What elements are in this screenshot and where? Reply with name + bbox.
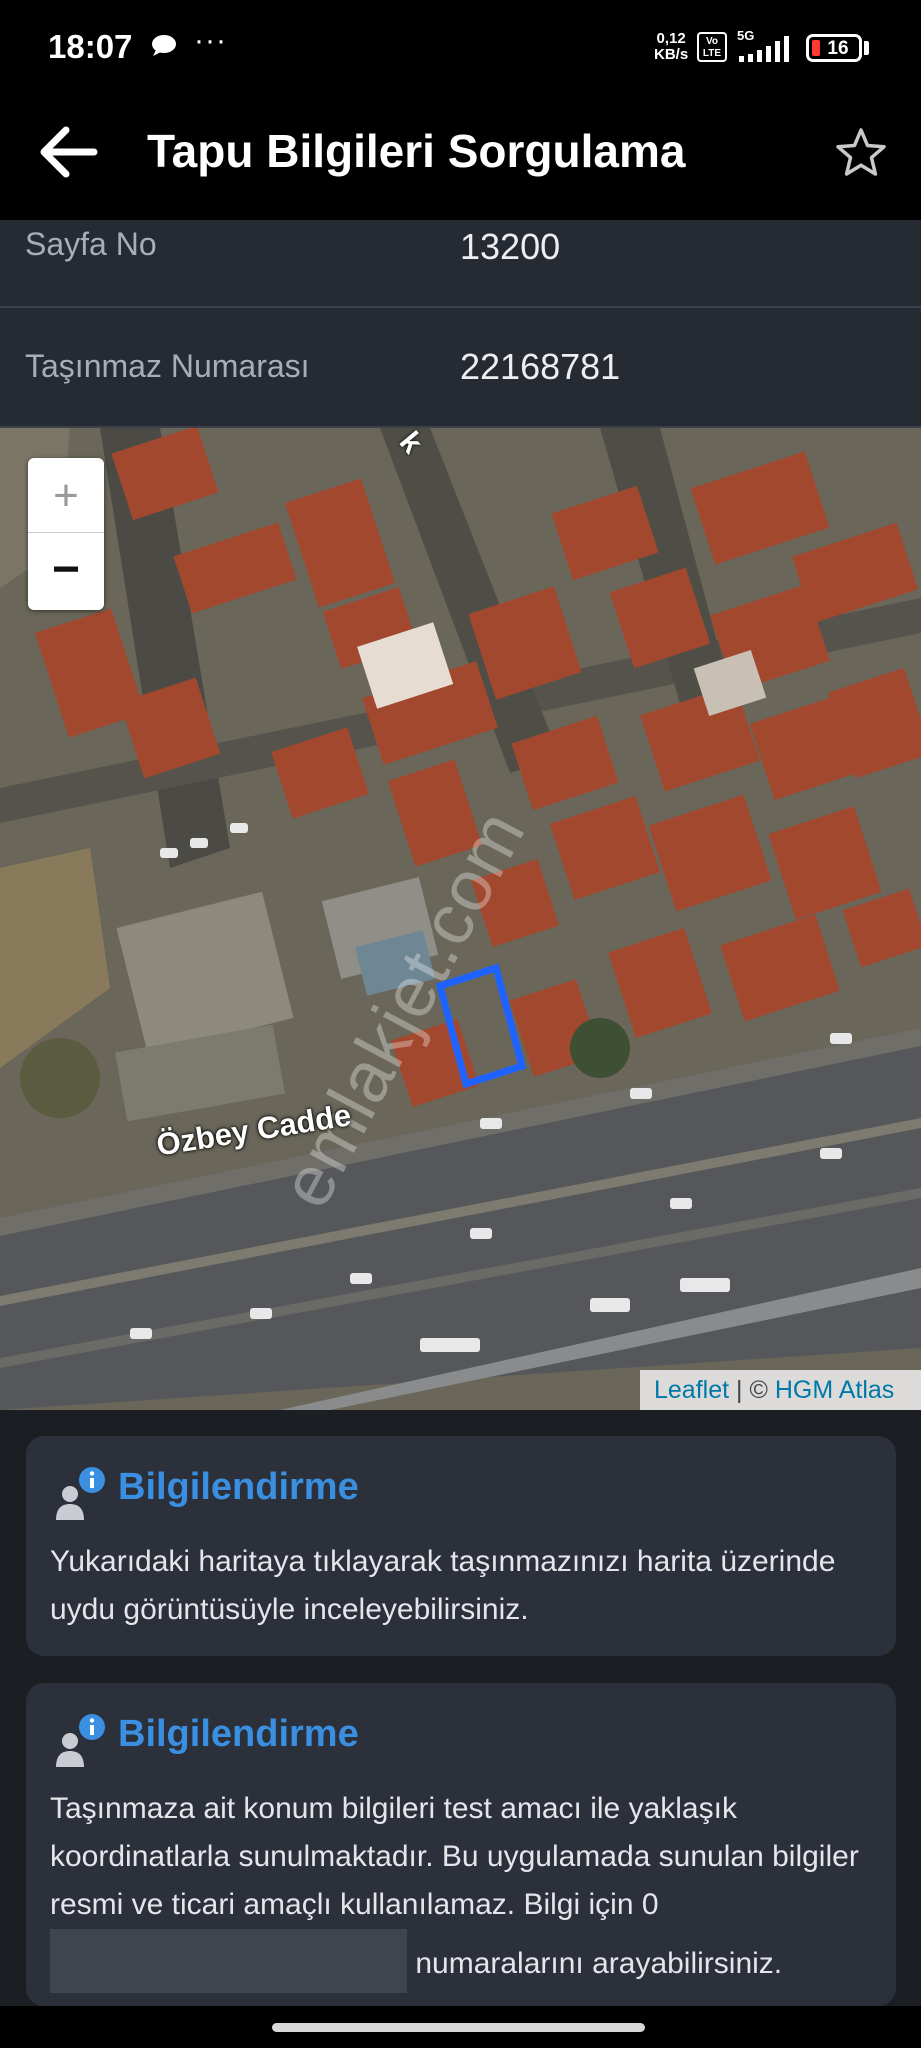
card-body: Taşınmaza ait konum bilgileri test amacı… [50, 1785, 880, 1993]
leaflet-link[interactable]: Leaflet [654, 1376, 729, 1404]
info-card: Bilgilendirme Yukarıdaki haritaya tıklay… [26, 1436, 896, 1656]
volte-icon: Vo LTE [697, 32, 727, 62]
battery-level: 16 [827, 38, 849, 59]
card-body: Yukarıdaki haritaya tıklayarak taşınmazı… [50, 1545, 836, 1626]
back-arrow-icon[interactable] [34, 122, 104, 182]
redacted-phone-number [50, 1929, 407, 1993]
svg-text:5G: 5G [737, 28, 754, 43]
home-indicator[interactable] [272, 2023, 645, 2032]
row-label: Taşınmaz Numarası [25, 348, 310, 384]
attribution-separator: | © [729, 1376, 775, 1404]
app-bar: Tapu Bilgileri Sorgulama [0, 100, 921, 220]
zoom-control: + − [28, 458, 104, 610]
satellite-map[interactable]: k emlakjet.com [0, 428, 921, 1410]
network-speed: 0,12 KB/s [654, 30, 689, 63]
page-title: Tapu Bilgileri Sorgulama [147, 125, 686, 177]
map-attribution: Leaflet | © HGM Atlas [640, 1370, 921, 1410]
row-value: 13200 [460, 226, 561, 267]
detail-row-tasinmaz-numarasi: Taşınmaz Numarası 22168781 [0, 308, 921, 428]
card-title: Bilgilendirme [118, 1713, 359, 1755]
screen: 18:07 ··· 0,12 KB/s Vo LTE 5G 16 Tapu Bi… [0, 0, 921, 2048]
row-value: 22168781 [460, 346, 621, 387]
card-title: Bilgilendirme [118, 1466, 359, 1508]
zoom-out-button[interactable]: − [28, 534, 104, 610]
detail-row-sayfa-no: Sayfa No 13200 [0, 220, 921, 308]
zoom-in-button[interactable]: + [28, 458, 104, 533]
favorite-star-icon[interactable] [832, 124, 890, 182]
chat-bubble-icon [152, 35, 176, 56]
hgm-atlas-link[interactable]: HGM Atlas [775, 1376, 894, 1404]
battery-icon: 16 [806, 34, 862, 62]
status-bar: 18:07 ··· 0,12 KB/s Vo LTE 5G 16 [0, 0, 921, 100]
user-info-icon [56, 1714, 105, 1767]
status-time: 18:07 [48, 28, 133, 65]
row-label: Sayfa No [25, 226, 157, 262]
info-card: Bilgilendirme Taşınmaza ait konum bilgil… [26, 1683, 896, 2006]
more-notifications-icon: ··· [194, 24, 227, 57]
user-info-icon [56, 1467, 105, 1520]
signal-icon: 5G [737, 28, 789, 62]
